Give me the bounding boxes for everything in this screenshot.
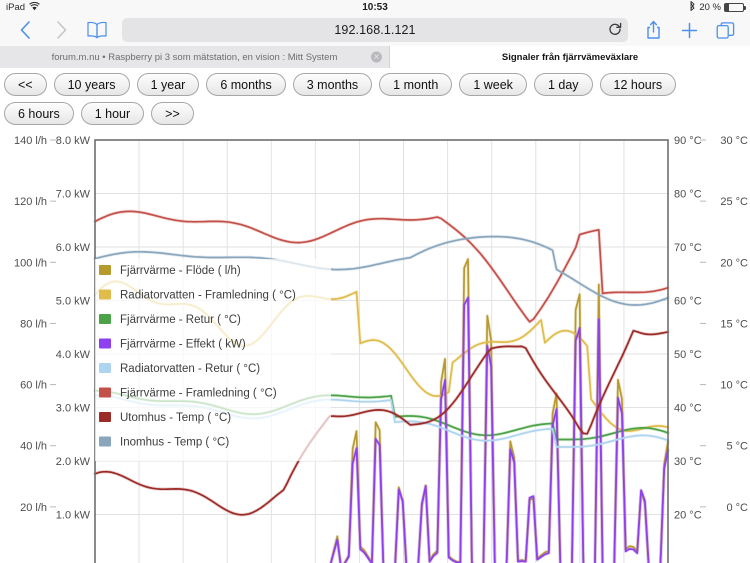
- legend-color-swatch: [99, 339, 111, 349]
- browser-toolbar: 192.168.1.121: [0, 14, 750, 46]
- range-button-6-months[interactable]: 6 months: [206, 73, 285, 96]
- share-button[interactable]: [636, 16, 670, 44]
- axis-tick-label: 15 °C: [720, 318, 748, 330]
- chart-legend: Fjärrvärme - Flöde ( l/h) Radiatorvatten …: [95, 259, 331, 461]
- axis-tick-label: 60 °C: [674, 296, 702, 308]
- legend-color-swatch: [99, 437, 111, 447]
- status-bar-left: iPad: [6, 2, 40, 13]
- forward-button[interactable]: [44, 16, 78, 44]
- legend-color-swatch: [99, 265, 111, 275]
- tab-title: forum.m.nu • Raspberry pi 3 som mätstati…: [0, 52, 389, 63]
- back-button[interactable]: [8, 16, 42, 44]
- tab-bar: forum.m.nu • Raspberry pi 3 som mätstati…: [0, 46, 750, 68]
- axis-tick-label: 30 °C: [720, 135, 748, 147]
- range-button-6-hours[interactable]: 6 hours: [4, 102, 74, 125]
- axis-tick-label: 25 °C: [720, 196, 748, 208]
- battery-icon: [724, 3, 744, 12]
- legend-color-swatch: [99, 388, 111, 398]
- legend-item-label: Fjärrvärme - Retur ( °C): [120, 314, 241, 326]
- axis-tick-label: 20 l/h: [20, 502, 47, 514]
- axis-tick-label: 2.0 kW: [56, 456, 91, 468]
- tab-title: Signaler från fjärrvämeväxlare: [502, 52, 638, 63]
- axis-tick-label: 80 l/h: [20, 318, 47, 330]
- address-bar[interactable]: 192.168.1.121: [122, 18, 628, 42]
- tab-forum[interactable]: forum.m.nu • Raspberry pi 3 som mätstati…: [0, 46, 390, 68]
- axis-tick-label: 40 °C: [674, 403, 702, 415]
- range-button-1-month[interactable]: 1 month: [379, 73, 452, 96]
- axis-tick-label: 30 °C: [674, 456, 702, 468]
- axis-tick-label: 8.0 kW: [56, 135, 91, 147]
- legend-item-label: Radiatorvatten - Framledning ( °C): [120, 290, 296, 302]
- axis-tick-label: 4.0 kW: [56, 349, 91, 361]
- axis-tick-label: 140 l/h: [14, 135, 47, 147]
- axis-tick-label: 80 °C: [674, 189, 702, 201]
- axis-tick-label: 20 °C: [720, 257, 748, 269]
- legend-item-label: Fjärrvärme - Framledning ( °C): [120, 388, 277, 400]
- url-text: 192.168.1.121: [334, 23, 415, 37]
- close-icon[interactable]: ✕: [371, 52, 382, 63]
- axis-tick-label: 120 l/h: [14, 196, 47, 208]
- axis-tick-label: 5 °C: [726, 441, 748, 453]
- battery-percent-label: 20 %: [699, 2, 721, 13]
- reload-icon[interactable]: [608, 22, 622, 38]
- chart-container: 0 l/h20 l/h40 l/h60 l/h80 l/h100 l/h120 …: [0, 135, 750, 563]
- legend-item-label: Utomhus - Temp ( °C): [120, 412, 231, 424]
- axis-tick-label: 5.0 kW: [56, 296, 91, 308]
- axis-tick-label: 0 °C: [726, 502, 748, 514]
- range-button-10-years[interactable]: 10 years: [54, 73, 130, 96]
- axis-tick-label: 20 °C: [674, 510, 702, 522]
- legend-color-swatch: [99, 290, 111, 300]
- axis-tick-label: 50 °C: [674, 349, 702, 361]
- range-button-1-day[interactable]: 1 day: [534, 73, 593, 96]
- wifi-icon: [29, 2, 40, 13]
- axis-tick-label: 10 °C: [720, 380, 748, 392]
- legend-color-swatch: [99, 314, 111, 324]
- y-axis-air-temp-labels: -5 °C0 °C5 °C10 °C15 °C20 °C25 °C30 °C: [700, 135, 748, 563]
- multi-axis-line-chart: 0 l/h20 l/h40 l/h60 l/h80 l/h100 l/h120 …: [0, 135, 750, 563]
- range-button-12-hours[interactable]: 12 hours: [600, 73, 677, 96]
- ios-status-bar: iPad 10:53 20 %: [0, 0, 750, 14]
- legend-item-label: Fjärrvärme - Flöde ( l/h): [120, 265, 241, 277]
- axis-tick-label: 60 l/h: [20, 380, 47, 392]
- time-range-row-1: << 10 years 1 year 6 months 3 months 1 m…: [4, 73, 746, 96]
- bookmarks-button[interactable]: [80, 16, 114, 44]
- time-range-toolbar: << 10 years 1 year 6 months 3 months 1 m…: [0, 68, 750, 135]
- status-bar-right: 20 %: [689, 1, 744, 14]
- y-axis-power-labels: 0.0 kW1.0 kW2.0 kW3.0 kW4.0 kW5.0 kW6.0 …: [56, 135, 91, 563]
- legend-color-swatch: [99, 412, 111, 422]
- range-button-1-hour[interactable]: 1 hour: [81, 102, 144, 125]
- legend-item-label: Fjärrvärme - Effekt ( kW): [120, 339, 246, 351]
- legend-item-label: Radiatorvatten - Retur ( °C): [120, 363, 260, 375]
- bluetooth-icon: [689, 1, 696, 14]
- status-bar-clock: 10:53: [0, 2, 750, 13]
- axis-tick-label: 1.0 kW: [56, 510, 91, 522]
- legend-item-label: Inomhus - Temp ( °C): [120, 437, 229, 449]
- axis-tick-label: 3.0 kW: [56, 403, 91, 415]
- axis-tick-label: 7.0 kW: [56, 189, 91, 201]
- axis-tick-label: 100 l/h: [14, 257, 47, 269]
- range-button-3-months[interactable]: 3 months: [293, 73, 372, 96]
- time-range-row-2: 6 hours 1 hour >>: [4, 102, 746, 125]
- axis-tick-label: 40 l/h: [20, 441, 47, 453]
- range-button-next[interactable]: >>: [151, 102, 194, 125]
- legend-color-swatch: [99, 363, 111, 373]
- range-button-prev[interactable]: <<: [4, 73, 47, 96]
- y-axis-water-temp-labels: 10 °C20 °C30 °C40 °C50 °C60 °C70 °C80 °C…: [674, 135, 702, 563]
- axis-tick-label: 70 °C: [674, 242, 702, 254]
- tab-signaler[interactable]: Signaler från fjärrvämeväxlare: [390, 46, 750, 68]
- range-button-1-week[interactable]: 1 week: [459, 73, 527, 96]
- range-button-1-year[interactable]: 1 year: [137, 73, 200, 96]
- device-label: iPad: [6, 2, 25, 13]
- axis-tick-label: 6.0 kW: [56, 242, 91, 254]
- y-axis-flow-labels: 0 l/h20 l/h40 l/h60 l/h80 l/h100 l/h120 …: [14, 135, 56, 563]
- new-tab-button[interactable]: [672, 16, 706, 44]
- axis-tick-label: 90 °C: [674, 135, 702, 147]
- show-tabs-button[interactable]: [708, 16, 742, 44]
